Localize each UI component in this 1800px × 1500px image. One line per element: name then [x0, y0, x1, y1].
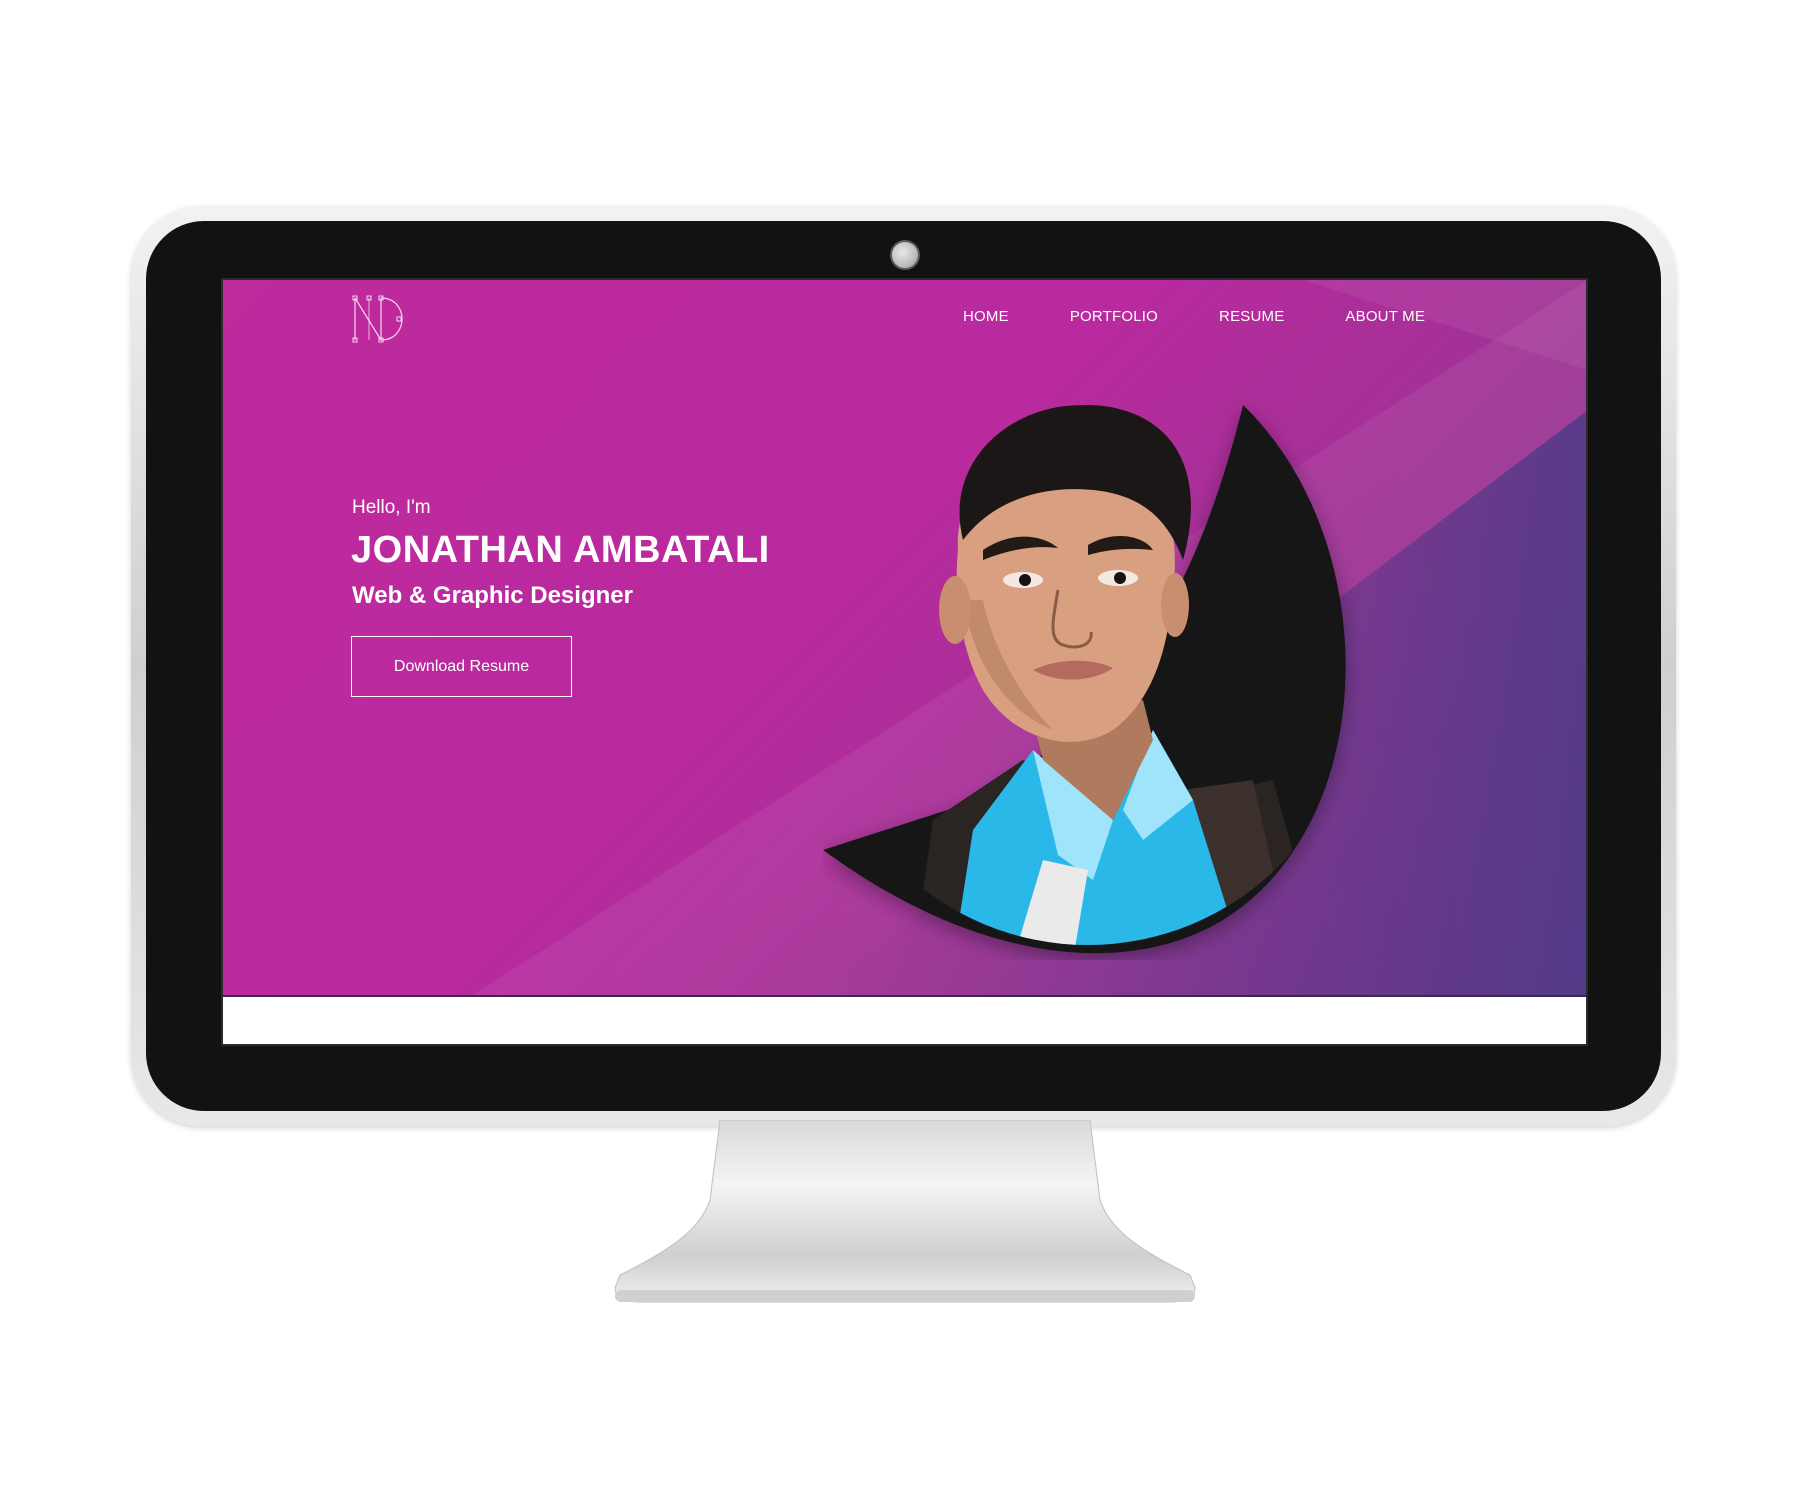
nav-portfolio[interactable]: PORTFOLIO	[1070, 308, 1158, 325]
hero-role: Web & Graphic Designer	[352, 582, 633, 609]
screen: HOME PORTFOLIO RESUME ABOUT ME Hello, I'…	[221, 278, 1588, 1046]
hero-section: HOME PORTFOLIO RESUME ABOUT ME Hello, I'…	[223, 280, 1586, 997]
nav-home[interactable]: HOME	[963, 308, 1009, 325]
nd-monogram-icon[interactable]	[351, 294, 409, 344]
hero-greeting: Hello, I'm	[352, 497, 431, 518]
webcam-icon	[890, 240, 920, 270]
main-nav: HOME PORTFOLIO RESUME ABOUT ME	[963, 308, 1425, 325]
hero-name: JONATHAN AMBATALI	[351, 529, 770, 571]
nav-resume[interactable]: RESUME	[1219, 308, 1284, 325]
nav-about-me[interactable]: ABOUT ME	[1345, 308, 1425, 325]
portrait-illustration	[823, 405, 1346, 954]
monitor-stand	[614, 1120, 1196, 1303]
monitor-mockup: HOME PORTFOLIO RESUME ABOUT ME Hello, I'…	[0, 0, 1800, 1500]
download-resume-button[interactable]: Download Resume	[351, 636, 572, 697]
